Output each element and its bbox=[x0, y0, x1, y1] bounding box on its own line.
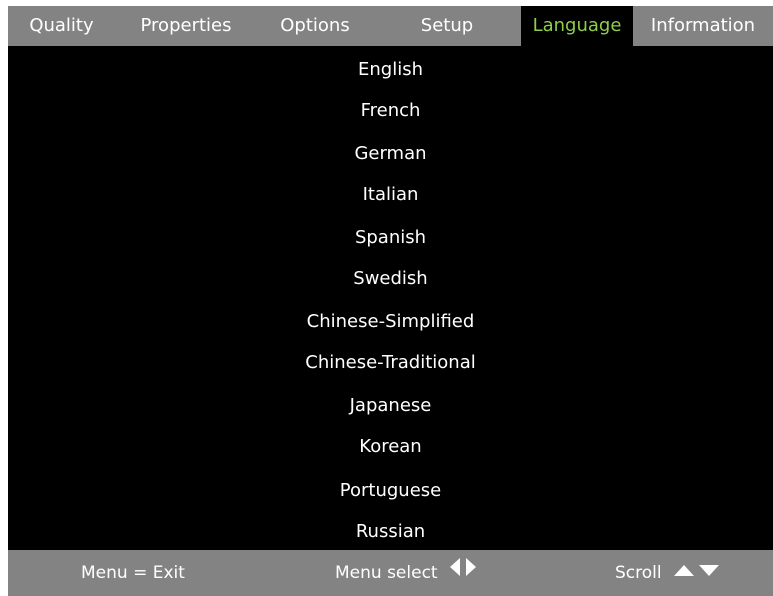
language-list: English French German Italian Spanish Sw… bbox=[8, 46, 773, 549]
footer-exit-hint: Menu = Exit bbox=[81, 550, 185, 596]
menu-tab-bar: Quality Properties Options Setup Languag… bbox=[8, 6, 773, 46]
language-item-french[interactable]: French bbox=[8, 93, 773, 129]
up-down-arrows-icon bbox=[672, 550, 722, 596]
osd-menu-screen: Quality Properties Options Setup Languag… bbox=[8, 6, 773, 596]
footer-scroll-hint: Scroll bbox=[615, 550, 722, 596]
language-item-spanish[interactable]: Spanish bbox=[8, 220, 773, 256]
tab-information[interactable]: Information bbox=[633, 6, 773, 46]
language-item-chinese-traditional[interactable]: Chinese-Traditional bbox=[8, 345, 773, 381]
language-item-swedish[interactable]: Swedish bbox=[8, 261, 773, 297]
footer-scroll-label: Scroll bbox=[615, 563, 662, 583]
language-item-english[interactable]: English bbox=[8, 52, 773, 88]
language-item-russian[interactable]: Russian bbox=[8, 514, 773, 550]
menu-footer-bar: Menu = Exit Menu select Scroll bbox=[8, 550, 773, 596]
footer-select-label: Menu select bbox=[335, 563, 438, 583]
language-item-portuguese[interactable]: Portuguese bbox=[8, 473, 773, 509]
left-right-arrows-icon bbox=[448, 550, 480, 596]
tab-language[interactable]: Language bbox=[521, 6, 633, 46]
tab-setup[interactable]: Setup bbox=[373, 6, 521, 46]
tab-properties[interactable]: Properties bbox=[115, 6, 257, 46]
language-item-japanese[interactable]: Japanese bbox=[8, 388, 773, 424]
tab-quality[interactable]: Quality bbox=[8, 6, 115, 46]
language-item-chinese-simplified[interactable]: Chinese-Simplified bbox=[8, 304, 773, 340]
language-item-italian[interactable]: Italian bbox=[8, 177, 773, 213]
language-item-korean[interactable]: Korean bbox=[8, 429, 773, 465]
tab-options[interactable]: Options bbox=[257, 6, 373, 46]
footer-exit-label: Menu = Exit bbox=[81, 563, 185, 583]
language-item-german[interactable]: German bbox=[8, 136, 773, 172]
footer-select-hint: Menu select bbox=[335, 550, 480, 596]
